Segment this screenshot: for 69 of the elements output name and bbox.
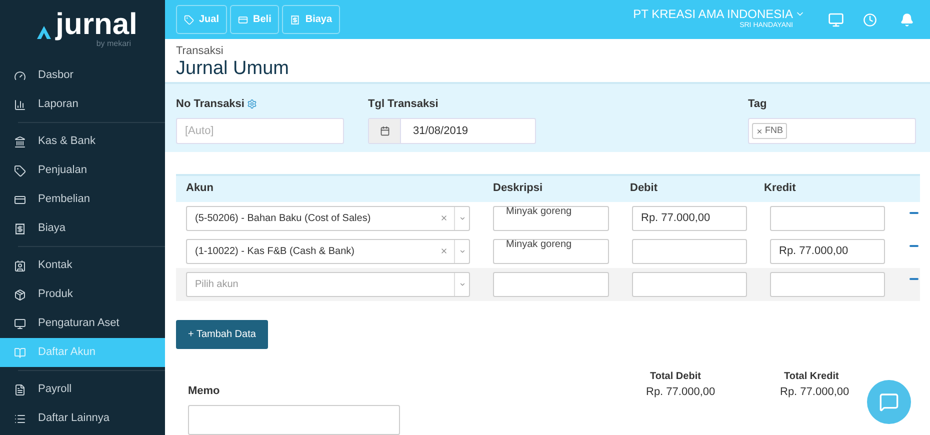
book-icon: [14, 346, 26, 358]
box-icon: [14, 288, 26, 300]
credit-field[interactable]: Rp. 77.000,00: [770, 238, 885, 264]
clear-icon[interactable]: [440, 247, 448, 256]
memo-field[interactable]: [188, 405, 400, 435]
add-row-button[interactable]: + Tambah Data: [176, 320, 268, 349]
total-label: Total Kredit: [783, 370, 839, 384]
sidebar-item[interactable]: Produk: [0, 280, 165, 309]
memo-label: Memo: [188, 384, 221, 399]
contact-card-icon: [14, 260, 26, 272]
monitor-icon: [14, 318, 26, 330]
calendar-icon: [380, 126, 390, 136]
debit-field[interactable]: [632, 272, 747, 297]
caret-icon: [458, 214, 466, 222]
clear-icon[interactable]: [440, 214, 448, 222]
clock-icon[interactable]: [863, 12, 877, 27]
sidebar-item[interactable]: Laporan: [0, 90, 165, 119]
tag-field[interactable]: FNB: [748, 118, 916, 144]
receipt-icon: [14, 222, 26, 234]
transaction-number-field[interactable]: [Auto]: [176, 118, 344, 144]
caret-icon: [458, 280, 466, 288]
remove-tag-icon[interactable]: [756, 128, 763, 135]
sidebar-item[interactable]: Pembelian: [0, 185, 165, 214]
settings-icon[interactable]: [247, 98, 258, 109]
chat-button[interactable]: [867, 380, 911, 424]
chart-icon: [14, 98, 26, 110]
breadcrumb: Transaksi: [176, 45, 224, 58]
tag-chip[interactable]: FNB: [752, 123, 787, 139]
sidebar-item[interactable]: Kontak: [0, 251, 165, 280]
debit-field[interactable]: Rp. 77.000,00: [632, 206, 747, 231]
logo-text: jurnal: [56, 10, 138, 40]
account-select[interactable]: (1-10022) - Kas F&B (Cash & Bank): [186, 238, 470, 264]
account-select[interactable]: (5-50206) - Bahan Baku (Cost of Sales): [186, 206, 470, 231]
monitor-icon[interactable]: [828, 12, 844, 28]
bell-icon[interactable]: [900, 12, 914, 27]
field-label: No Transaksi: [176, 96, 244, 112]
description-field[interactable]: Minyak goreng: [493, 238, 609, 264]
gauge-icon: [14, 70, 26, 82]
receipt-icon: [290, 14, 300, 25]
card-icon: [14, 194, 26, 206]
tag-icon: [14, 164, 26, 176]
sidebar-item[interactable]: Daftar Lainnya: [0, 404, 165, 433]
bank-icon: [14, 136, 26, 148]
total-label: Total Debit: [649, 370, 701, 384]
logo-icon: [36, 24, 52, 40]
caret-icon: [458, 248, 466, 255]
sidebar-item[interactable]: Penjualan: [0, 156, 165, 185]
debit-field[interactable]: [632, 238, 747, 264]
logo-subtitle: by mekari: [96, 40, 131, 48]
sidebar-item[interactable]: Payroll: [0, 375, 165, 404]
card-icon: [238, 14, 248, 25]
credit-field[interactable]: [770, 272, 885, 297]
total-value: Rp. 77.000,00: [780, 384, 850, 400]
sidebar-item[interactable]: Biaya: [0, 214, 165, 243]
description-field[interactable]: Minyak goreng: [493, 206, 609, 231]
field-label: Tag: [748, 96, 768, 112]
table-header: Akun Deskripsi Debit Kredit: [176, 174, 920, 202]
page-title: Jurnal Umum: [176, 58, 290, 80]
description-field[interactable]: [493, 272, 609, 297]
sidebar-item[interactable]: Dasbor: [0, 61, 165, 90]
sidebar-item[interactable]: Kas & Bank: [0, 127, 165, 156]
tag-icon: [184, 14, 194, 25]
sidebar-item[interactable]: Pengaturan Aset: [0, 309, 165, 338]
chat-icon: [879, 392, 899, 412]
document-icon: [14, 384, 26, 396]
field-label: Tgl Transaksi: [368, 96, 440, 112]
total-value: Rp. 77.000,00: [646, 384, 716, 400]
credit-field[interactable]: [770, 206, 885, 231]
date-field[interactable]: 31/08/2019: [368, 118, 536, 144]
